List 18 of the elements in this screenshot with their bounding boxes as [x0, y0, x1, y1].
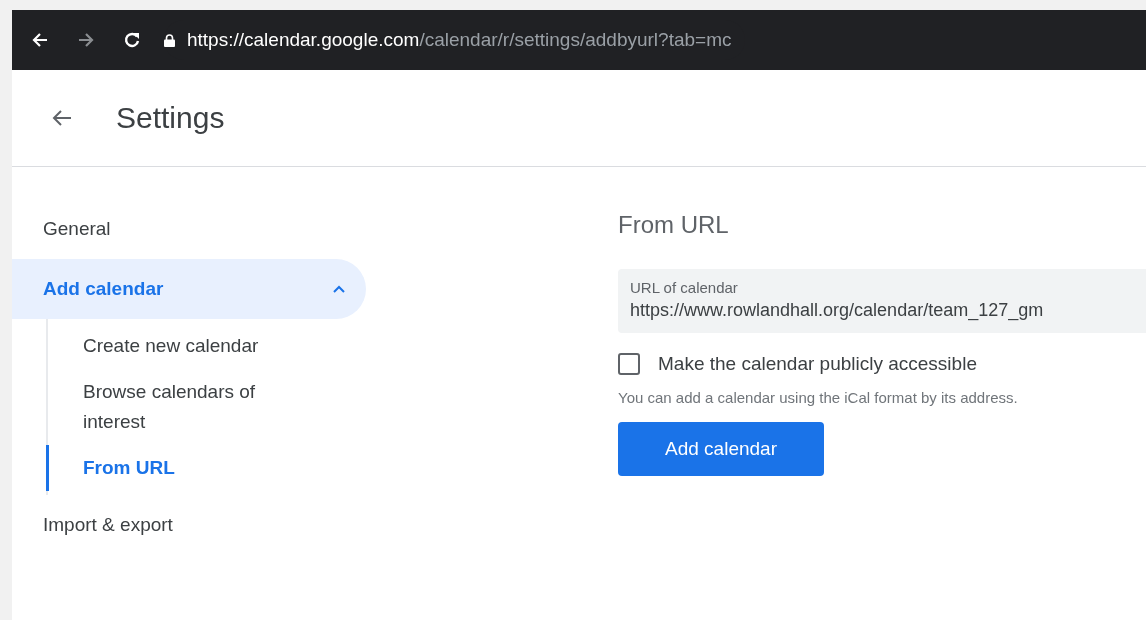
reload-icon[interactable] — [122, 30, 142, 50]
add-calendar-button[interactable]: Add calendar — [618, 422, 824, 476]
sidebar-item[interactable]: Add calendar — [12, 259, 366, 319]
url-field[interactable]: URL of calendar https://www.rowlandhall.org/calendar/team_127_gm — [618, 269, 1146, 333]
url-host: https://calendar.google.com — [187, 29, 420, 51]
checkbox-label: Make the calendar publicly accessible — [658, 353, 977, 375]
checkbox[interactable] — [618, 353, 640, 375]
sidebar-subitem[interactable]: Create new calendar — [46, 323, 303, 369]
page-title: Settings — [116, 101, 225, 135]
url-path: /calendar/r/settings/addbyurl?tab=mc — [419, 29, 732, 51]
sidebar-item[interactable]: General — [12, 199, 366, 259]
section-heading: From URL — [618, 210, 730, 240]
sidebar-subitem[interactable]: From URL — [46, 445, 303, 491]
chevron-icon — [332, 284, 346, 294]
sidebar-subitem[interactable]: Browse calendars of interest — [46, 369, 303, 445]
lock-icon — [164, 33, 175, 47]
help-text: You can add a calendar using the iCal format by its address. — [618, 389, 1019, 406]
sidebar-item[interactable]: Import & export — [12, 495, 366, 555]
